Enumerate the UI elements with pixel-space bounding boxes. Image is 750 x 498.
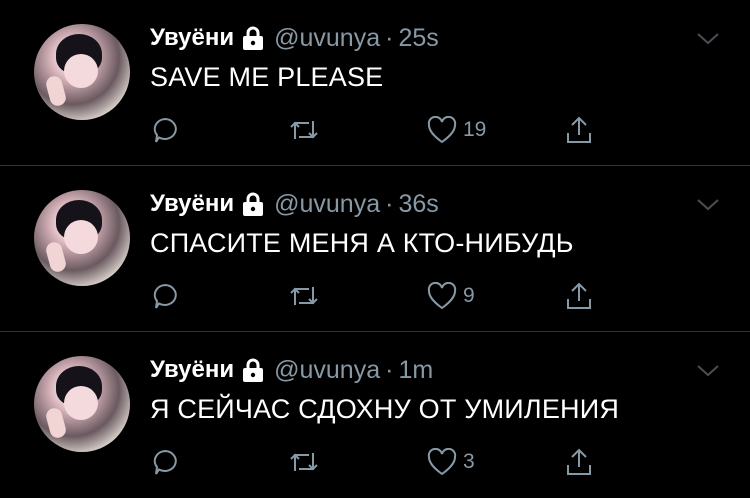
avatar-hand bbox=[44, 240, 68, 274]
timeline: Увуёни @uvunya · 25s SAVE ME PLEASE 19 У… bbox=[0, 0, 750, 498]
separator-dot: · bbox=[385, 189, 394, 218]
tweet-actions: 19 bbox=[150, 112, 610, 148]
share-button[interactable] bbox=[564, 444, 594, 480]
like-button[interactable]: 19 bbox=[427, 112, 486, 148]
retweet-button[interactable] bbox=[287, 278, 321, 314]
like-button[interactable]: 3 bbox=[427, 444, 475, 480]
tweet[interactable]: Увуёни @uvunya · 36s СПАСИТЕ МЕНЯ А КТО-… bbox=[0, 166, 750, 332]
username[interactable]: @uvunya bbox=[274, 190, 380, 219]
tweet[interactable]: Увуёни @uvunya · 1m Я СЕЙЧАС СДОХНУ ОТ У… bbox=[0, 332, 750, 498]
share-button[interactable] bbox=[564, 278, 594, 314]
username[interactable]: @uvunya bbox=[274, 24, 380, 53]
heart-icon bbox=[427, 448, 457, 476]
share-icon bbox=[564, 281, 594, 311]
avatar-face bbox=[64, 220, 98, 254]
retweet-button[interactable] bbox=[287, 444, 321, 480]
display-name[interactable]: Увуёни bbox=[150, 356, 234, 384]
retweet-icon bbox=[287, 447, 321, 477]
reply-icon bbox=[150, 447, 180, 477]
display-name[interactable]: Увуёни bbox=[150, 24, 234, 52]
display-name[interactable]: Увуёни bbox=[150, 190, 234, 218]
tweet-header: Увуёни @uvunya · 1m bbox=[150, 352, 433, 388]
tweet-text: Я СЕЙЧАС СДОХНУ ОТ УМИЛЕНИЯ bbox=[150, 394, 620, 424]
avatar[interactable] bbox=[34, 190, 130, 286]
avatar-hand bbox=[44, 74, 68, 108]
share-button[interactable] bbox=[564, 112, 594, 148]
reply-icon bbox=[150, 115, 180, 145]
lock-icon bbox=[242, 26, 264, 50]
avatar-face bbox=[64, 54, 98, 88]
tweet[interactable]: Увуёни @uvunya · 25s SAVE ME PLEASE 19 bbox=[0, 0, 750, 166]
timestamp[interactable]: 36s bbox=[398, 190, 438, 219]
tweet-text: СПАСИТЕ МЕНЯ А КТО-НИБУДЬ bbox=[150, 228, 574, 258]
tweet-text: SAVE ME PLEASE bbox=[150, 62, 384, 92]
separator-dot: · bbox=[385, 23, 394, 52]
tweet-actions: 3 bbox=[150, 444, 610, 480]
heart-icon bbox=[427, 116, 457, 144]
chevron-down-icon[interactable] bbox=[696, 364, 720, 378]
like-count: 3 bbox=[463, 450, 475, 473]
reply-button[interactable] bbox=[150, 112, 180, 148]
reply-button[interactable] bbox=[150, 444, 180, 480]
tweet-actions: 9 bbox=[150, 278, 610, 314]
avatar-hand bbox=[44, 406, 68, 440]
avatar-face bbox=[64, 386, 98, 420]
username[interactable]: @uvunya bbox=[274, 356, 380, 385]
chevron-down-icon[interactable] bbox=[696, 32, 720, 46]
tweet-header: Увуёни @uvunya · 25s bbox=[150, 20, 439, 56]
retweet-button[interactable] bbox=[287, 112, 321, 148]
tweet-header: Увуёни @uvunya · 36s bbox=[150, 186, 439, 222]
lock-icon bbox=[242, 358, 264, 382]
like-count: 9 bbox=[463, 284, 475, 307]
avatar[interactable] bbox=[34, 24, 130, 120]
retweet-icon bbox=[287, 115, 321, 145]
reply-icon bbox=[150, 281, 180, 311]
reply-button[interactable] bbox=[150, 278, 180, 314]
lock-icon bbox=[242, 192, 264, 216]
retweet-icon bbox=[287, 281, 321, 311]
heart-icon bbox=[427, 282, 457, 310]
chevron-down-icon[interactable] bbox=[696, 198, 720, 212]
share-icon bbox=[564, 447, 594, 477]
share-icon bbox=[564, 115, 594, 145]
like-count: 19 bbox=[463, 118, 487, 141]
avatar[interactable] bbox=[34, 356, 130, 452]
timestamp[interactable]: 1m bbox=[398, 356, 433, 385]
timestamp[interactable]: 25s bbox=[398, 24, 438, 53]
like-button[interactable]: 9 bbox=[427, 278, 475, 314]
separator-dot: · bbox=[385, 355, 394, 384]
